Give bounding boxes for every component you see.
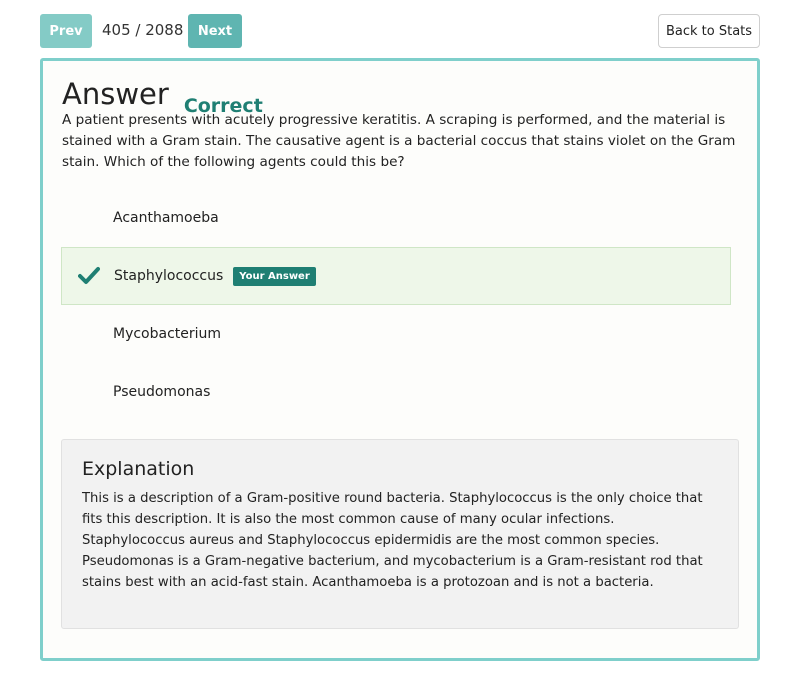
choice-label: Acanthamoeba xyxy=(113,210,219,226)
back-to-stats-button[interactable]: Back to Stats xyxy=(658,14,760,48)
answer-header: Answer Correct xyxy=(62,71,263,117)
explanation-text: This is a description of a Gram-positive… xyxy=(82,491,703,590)
choice-item: Pseudomonas xyxy=(61,363,731,421)
choice-item: Acanthamoeba xyxy=(61,189,731,247)
answer-card: Answer Correct A patient presents with a… xyxy=(40,58,760,661)
explanation-panel: Explanation This is a description of a G… xyxy=(61,439,739,629)
explanation-title: Explanation xyxy=(82,458,195,480)
question-text: A patient presents with acutely progress… xyxy=(62,112,736,170)
your-answer-badge: Your Answer xyxy=(233,266,316,286)
choice-item: Mycobacterium xyxy=(61,305,731,363)
choice-item-selected: Staphylococcus Your Answer xyxy=(61,247,731,305)
prev-button[interactable]: Prev xyxy=(40,14,92,48)
choice-label: Mycobacterium xyxy=(113,326,222,342)
next-button[interactable]: Next xyxy=(188,14,242,48)
navigation-bar: Prev 405 / 2088 Next Back to Stats xyxy=(40,14,760,48)
choice-label: Staphylococcus xyxy=(114,268,224,284)
page-counter: 405 / 2088 xyxy=(102,21,184,39)
choice-list: Acanthamoeba Staphylococcus Your Answer … xyxy=(61,189,731,421)
choice-label: Pseudomonas xyxy=(113,384,211,400)
check-icon xyxy=(78,266,100,286)
answer-title: Answer xyxy=(62,77,169,111)
